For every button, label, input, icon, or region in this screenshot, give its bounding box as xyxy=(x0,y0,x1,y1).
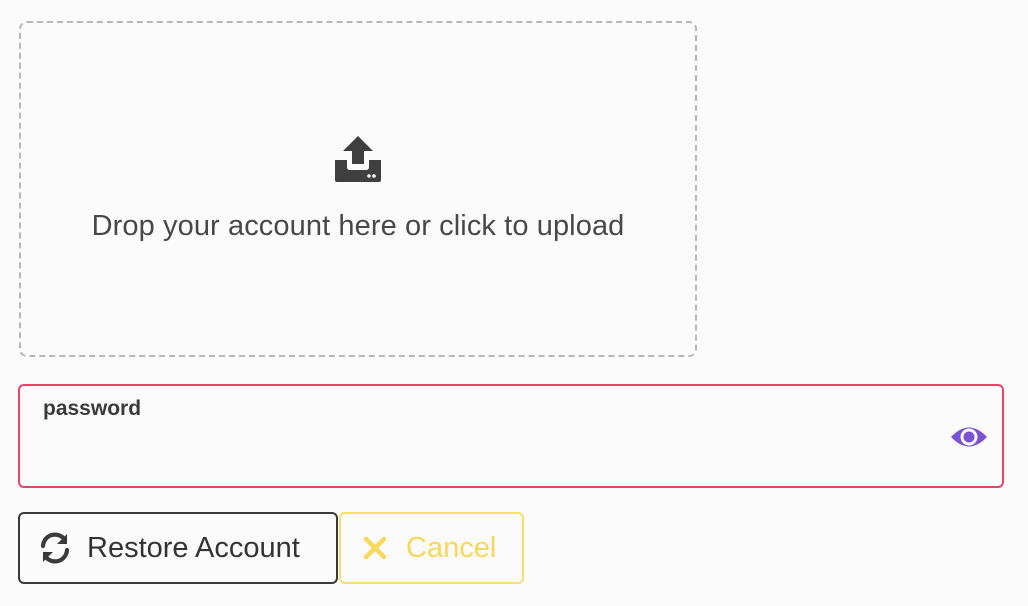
password-label: password xyxy=(43,397,142,420)
show-password-toggle[interactable] xyxy=(949,421,989,453)
eye-icon xyxy=(951,427,987,447)
upload-prompt: Drop your account here or click to uploa… xyxy=(91,209,625,242)
cancel-label: Cancel xyxy=(406,531,497,564)
close-icon xyxy=(363,536,387,560)
password-input[interactable] xyxy=(42,428,946,470)
upload-dropzone[interactable]: Drop your account here or click to uploa… xyxy=(19,21,697,357)
upload-icon xyxy=(335,135,381,182)
password-field: password xyxy=(18,384,1004,488)
restore-account-page: Drop your account here or click to uploa… xyxy=(0,0,1028,606)
restore-account-label: Restore Account xyxy=(87,531,300,564)
cancel-button[interactable]: Cancel xyxy=(339,512,524,584)
sync-icon xyxy=(40,532,70,564)
restore-account-button[interactable]: Restore Account xyxy=(18,512,338,584)
